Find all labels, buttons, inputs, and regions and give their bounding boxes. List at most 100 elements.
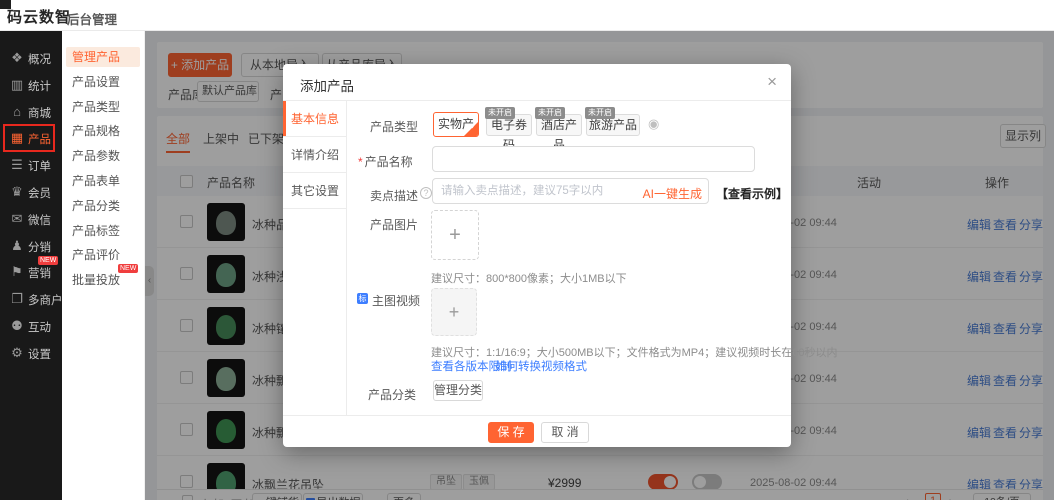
version-tag-icon: 标 [357, 293, 368, 304]
sidebar-item-multi-merchant[interactable]: ❐多商户 [0, 286, 62, 312]
submenu-item-label: 产品参数 [72, 149, 120, 163]
sidebar-item-label: 微信 [28, 212, 51, 228]
sidebar-item-label: 互动 [28, 319, 51, 335]
sidebar-item-product[interactable]: ▦产品 [0, 125, 62, 151]
plus-icon: + [449, 302, 460, 322]
modal-tab-0[interactable]: 基本信息 [283, 101, 347, 137]
left-sidebar: ❖概况▥统计⌂商城▦产品☰订单♛会员✉微信♟分销⚑营销NEW❐多商户⚉互动⚙设置 [0, 31, 62, 500]
not-enabled-badge: 未开启 [485, 107, 515, 119]
submenu-item-manage-products[interactable]: 管理产品 [66, 47, 140, 67]
required-mark: * [358, 155, 363, 169]
submenu-item-product-types[interactable]: 产品类型 [66, 97, 140, 117]
not-enabled-badge: 未开启 [535, 107, 565, 119]
new-badge: NEW [118, 264, 138, 273]
manage-category-button[interactable]: 管理分类 [433, 380, 483, 401]
main-video-label: 主图视频 [372, 292, 420, 309]
brand-logo: 码云数智 [7, 6, 71, 27]
modal-title: 添加产品 [300, 75, 354, 95]
submenu-item-label: 产品设置 [72, 75, 120, 89]
statistics-icon: ▥ [9, 77, 25, 93]
submenu-item-label: 产品标签 [72, 224, 120, 238]
modal-footer: 保 存 取 消 [283, 415, 791, 447]
overview-icon: ❖ [9, 50, 25, 66]
modal-header: 添加产品 × [283, 64, 791, 101]
submenu-item-label: 产品类型 [72, 100, 120, 114]
sidebar-item-overview[interactable]: ❖概况 [0, 45, 62, 71]
top-bar: 码云数智 后台管理 [0, 0, 1054, 31]
sidebar-item-interaction[interactable]: ⚉互动 [0, 313, 62, 339]
wechat-icon: ✉ [9, 211, 25, 227]
sidebar-item-mall[interactable]: ⌂商城 [0, 99, 62, 125]
plus-icon: + [449, 224, 461, 246]
sidebar-item-marketing[interactable]: ⚑营销NEW [0, 259, 62, 285]
modal-tab-1[interactable]: 详情介绍 [283, 137, 347, 173]
submenu-item-label: 产品表单 [72, 174, 120, 188]
product-image-label: 产品图片 [370, 216, 418, 233]
submenu-item-product-categories[interactable]: 产品分类 [66, 196, 140, 216]
submenu-item-label: 管理产品 [72, 50, 120, 64]
sidebar-item-label: 产品 [28, 131, 51, 147]
sidebar-item-label: 商城 [28, 105, 51, 121]
sidebar-item-label: 多商户 [28, 292, 63, 308]
not-enabled-badge: 未开启 [585, 107, 615, 119]
add-product-modal: 添加产品 × 基本信息详情介绍其它设置 产品类型 实物产品✓ 电子券码未开启酒店产… [283, 64, 791, 447]
sidebar-item-label: 统计 [28, 78, 51, 94]
submenu-item-product-settings[interactable]: 产品设置 [66, 72, 140, 92]
image-hint: 建议尺寸：800*800像素；大小1MB以下 [431, 270, 627, 286]
submenu-item-product-tags[interactable]: 产品标签 [66, 221, 140, 241]
orders-icon: ☰ [9, 157, 25, 173]
selling-point-label: 卖点描述 [370, 187, 418, 204]
mall-icon: ⌂ [9, 104, 25, 119]
sidebar-item-label: 订单 [28, 158, 51, 174]
modal-tab-2[interactable]: 其它设置 [283, 173, 347, 209]
multi-merchant-icon: ❐ [9, 291, 25, 307]
submenu-item-label: 产品评价 [72, 248, 120, 262]
modal-tab-rail: 基本信息详情介绍其它设置 [283, 101, 347, 415]
product-name-input[interactable] [432, 146, 755, 172]
product-type-option[interactable]: 实物产品✓ [433, 112, 479, 137]
sidebar-item-label: 概况 [28, 51, 51, 67]
selling-point-field: AI一键生成 [432, 178, 709, 204]
submenu-item-product-specs[interactable]: 产品规格 [66, 121, 140, 141]
submenu-item-batch-publish[interactable]: 批量投放NEW [66, 270, 140, 290]
product-type-option[interactable]: 电子券码未开启 [486, 114, 532, 136]
convert-video-link[interactable]: 如何转换视频格式 [495, 358, 587, 374]
view-example-link[interactable]: 【查看示例】 [716, 185, 788, 202]
preview-eye-icon[interactable]: ◉ [648, 116, 659, 132]
product-type-label: 产品类型 [370, 118, 418, 135]
sidebar-item-distribution[interactable]: ♟分销 [0, 233, 62, 259]
submenu-item-label: 批量投放 [72, 273, 120, 287]
cancel-button[interactable]: 取 消 [541, 422, 589, 443]
sidebar-item-label: 设置 [28, 346, 51, 362]
submenu-item-product-reviews[interactable]: 产品评价 [66, 245, 140, 265]
image-upload-box[interactable]: + [431, 210, 479, 260]
video-upload-box[interactable]: + [431, 288, 477, 336]
sidebar-item-settings[interactable]: ⚙设置 [0, 340, 62, 366]
category-label: 产品分类 [368, 386, 416, 403]
settings-icon: ⚙ [9, 345, 25, 361]
product-type-option[interactable]: 旅游产品未开启 [586, 114, 640, 136]
sidebar-item-statistics[interactable]: ▥统计 [0, 72, 62, 98]
close-icon[interactable]: × [767, 72, 777, 92]
submenu-item-product-forms[interactable]: 产品表单 [66, 171, 140, 191]
sidebar-item-label: 会员 [28, 185, 51, 201]
selling-point-input[interactable] [433, 179, 625, 203]
ai-generate-link[interactable]: AI一键生成 [643, 185, 702, 202]
product-submenu: 管理产品产品设置产品类型产品规格产品参数产品表单产品分类产品标签产品评价批量投放… [62, 31, 145, 500]
brand-subtitle: 后台管理 [67, 9, 117, 28]
product-name-label: *产品名称 [358, 153, 413, 170]
app-root: 码云数智 后台管理 ❖概况▥统计⌂商城▦产品☰订单♛会员✉微信♟分销⚑营销NEW… [0, 0, 1054, 500]
product-type-option[interactable]: 酒店产品未开启 [536, 114, 582, 136]
product-icon: ▦ [9, 130, 25, 146]
distribution-icon: ♟ [9, 238, 25, 254]
sidebar-item-wechat[interactable]: ✉微信 [0, 206, 62, 232]
sidebar-item-orders[interactable]: ☰订单 [0, 152, 62, 178]
help-question-icon[interactable]: ? [420, 187, 432, 199]
marketing-icon: ⚑ [9, 264, 25, 280]
interaction-icon: ⚉ [9, 318, 25, 334]
submenu-item-label: 产品分类 [72, 199, 120, 213]
submenu-item-label: 产品规格 [72, 124, 120, 138]
save-button[interactable]: 保 存 [488, 422, 534, 443]
sidebar-item-members[interactable]: ♛会员 [0, 179, 62, 205]
submenu-item-product-params[interactable]: 产品参数 [66, 146, 140, 166]
